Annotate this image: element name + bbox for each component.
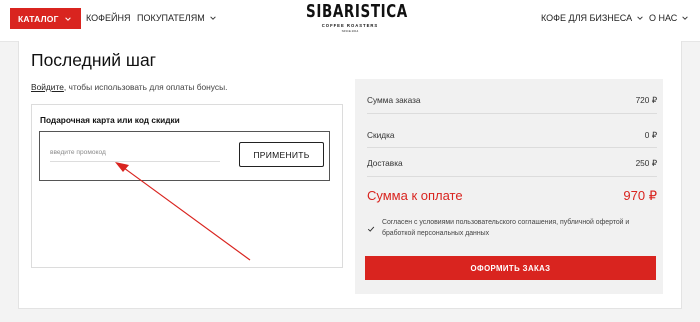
site-header: КАТАЛОГ КОФЕЙНЯ ПОКУПАТЕЛЯМ SIBARISTICA …: [0, 0, 700, 42]
divider: [367, 147, 657, 148]
total-row: Сумма к оплате 970 ₽: [367, 188, 657, 203]
divider: [367, 113, 657, 114]
divider: [367, 176, 657, 177]
nav-coffeeshops-label: КОФЕЙНЯ: [86, 13, 131, 23]
nav-coffeeshops[interactable]: КОФЕЙНЯ: [86, 13, 130, 23]
discount-label: Скидка: [367, 130, 395, 140]
promo-form: ПРИМЕНИТЬ: [39, 131, 330, 181]
nav-buyers[interactable]: ПОКУПАТЕЛЯМ: [137, 13, 217, 23]
place-order-button[interactable]: ОФОРМИТЬ ЗАКАЗ: [365, 256, 656, 280]
delivery-label: Доставка: [367, 158, 403, 168]
apply-promo-button[interactable]: ПРИМЕНИТЬ: [239, 142, 324, 167]
total-value: 970 ₽: [623, 188, 657, 203]
nav-buyers-label: ПОКУПАТЕЛЯМ: [137, 13, 205, 23]
agreement: Согласен с условиями пользовательского с…: [367, 217, 657, 239]
order-sum-label: Сумма заказа: [367, 95, 421, 105]
logo-name: SIBARISTICA: [306, 1, 408, 23]
promo-title: Подарочная карта или код скидки: [40, 115, 180, 125]
login-link[interactable]: Войдите: [31, 82, 64, 92]
checkmark-icon[interactable]: [367, 225, 375, 233]
page-title: Последний шаг: [31, 50, 157, 70]
login-hint-text: , чтобы использовать для оплаты бонусы.: [63, 82, 228, 92]
nav-business-label: КОФЕ ДЛЯ БИЗНЕСА: [541, 13, 633, 23]
chevron-down-icon: [682, 16, 689, 20]
login-hint: Войдите, чтобы использовать для оплаты б…: [31, 82, 227, 92]
nav-business[interactable]: КОФЕ ДЛЯ БИЗНЕСА: [541, 13, 644, 23]
nav-about-label: О НАС: [649, 13, 678, 23]
order-sum-value: 720 ₽: [635, 95, 657, 105]
checkout-card: Последний шаг Войдите, чтобы использоват…: [18, 41, 682, 309]
order-sum-row: Сумма заказа 720 ₽: [367, 95, 657, 105]
catalog-label: КАТАЛОГ: [18, 13, 59, 24]
chevron-down-icon: [64, 16, 71, 21]
promo-section: Подарочная карта или код скидки ПРИМЕНИТ…: [31, 104, 343, 268]
discount-value: 0 ₽: [644, 130, 657, 140]
discount-row: Скидка 0 ₽: [367, 130, 657, 140]
order-summary: Сумма заказа 720 ₽ Скидка 0 ₽ Доставка 2…: [355, 79, 663, 294]
promo-code-input[interactable]: [50, 144, 220, 162]
catalog-button[interactable]: КАТАЛОГ: [10, 8, 81, 29]
delivery-value: 250 ₽: [635, 158, 657, 168]
chevron-down-icon: [637, 16, 643, 20]
nav-about[interactable]: О НАС: [649, 13, 689, 23]
logo-est: SINCE 2014: [341, 29, 359, 33]
site-logo[interactable]: SIBARISTICA COFFEE ROASTERS SINCE 2014: [306, 1, 408, 33]
total-label: Сумма к оплате: [367, 188, 463, 203]
chevron-down-icon: [209, 16, 216, 20]
logo-tagline: COFFEE ROASTERS: [321, 23, 379, 28]
agreement-text: Согласен с условиями пользовательского с…: [382, 219, 630, 237]
delivery-row: Доставка 250 ₽: [367, 158, 657, 168]
